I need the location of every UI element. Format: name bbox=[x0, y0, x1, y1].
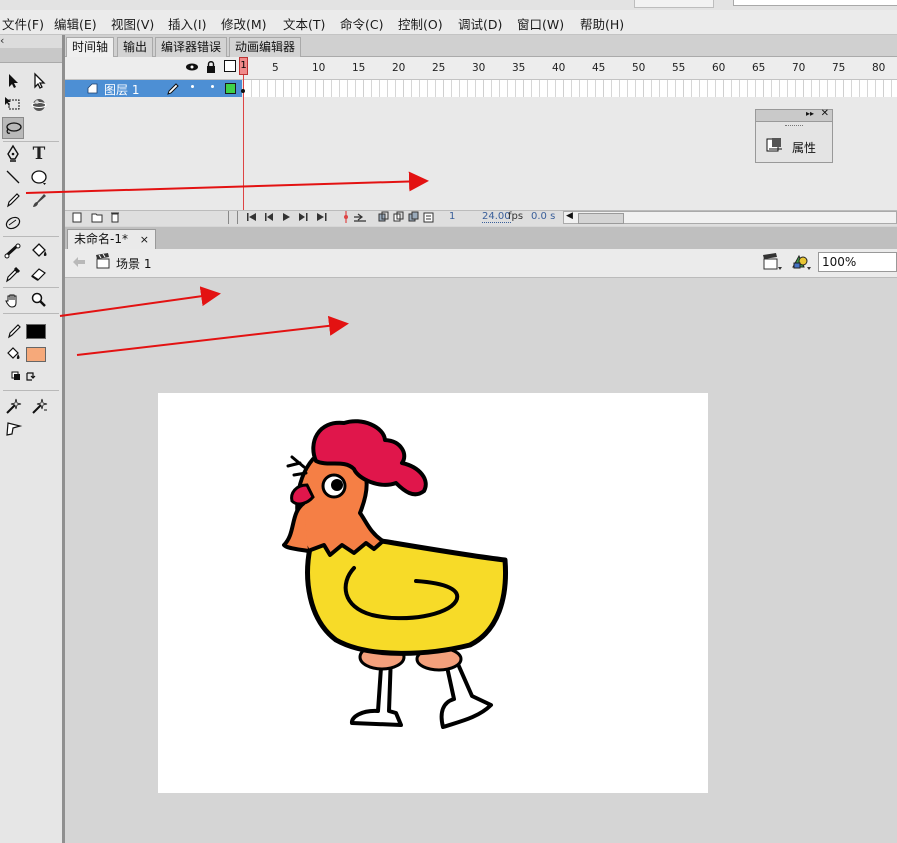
arrow-to-fill-color bbox=[76, 315, 349, 356]
arrow-to-stroke-color bbox=[59, 286, 221, 317]
annotation-arrows bbox=[25, 171, 429, 356]
arrow-to-pencil bbox=[25, 171, 429, 194]
